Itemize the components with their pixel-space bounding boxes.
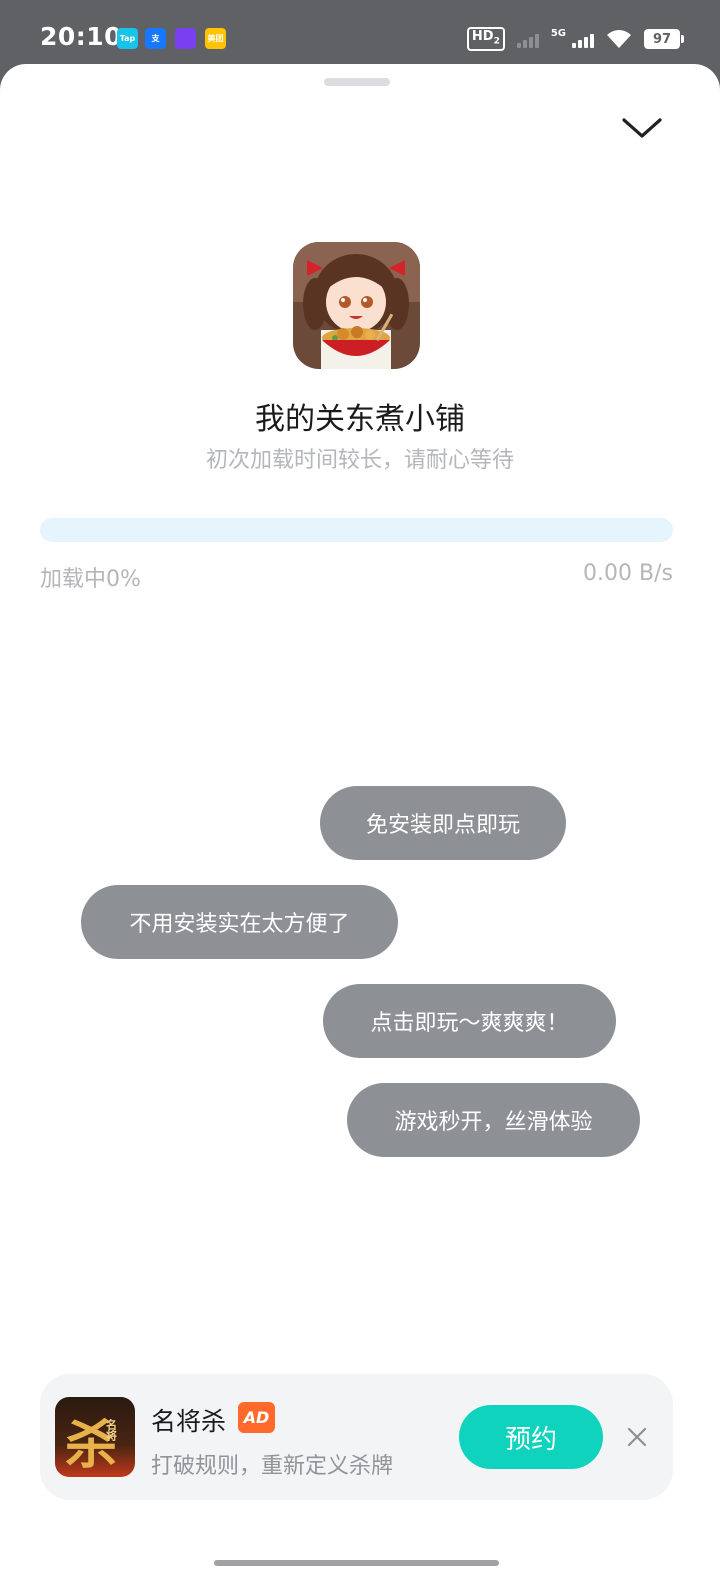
ad-title: 名将杀: [151, 1407, 227, 1436]
status-time: 20:10: [40, 22, 123, 51]
signal-sim2-icon: [572, 30, 594, 48]
battery-level: 97: [652, 31, 672, 47]
game-app-notification-icon: [175, 28, 196, 49]
meituan-notification-icon: 美团: [205, 28, 226, 49]
loading-progress-bar: [40, 518, 673, 542]
home-indicator[interactable]: [214, 1560, 499, 1566]
comment-bubble: 点击即玩～爽爽爽！: [323, 984, 616, 1058]
collapse-button[interactable]: [616, 108, 668, 148]
chevron-down-icon: [622, 118, 662, 138]
alipay-notification-icon: 支: [145, 28, 166, 49]
download-speed: 0.00 B/s: [583, 561, 673, 586]
app-title: 我的关东煮小铺: [255, 402, 465, 437]
app-icon: [293, 242, 420, 369]
wifi-icon: [607, 30, 631, 48]
battery-icon: 97: [644, 29, 684, 49]
progress-label: 加载中0%: [40, 567, 141, 592]
close-icon: [627, 1427, 647, 1447]
taptap-notification-icon: Tap: [117, 28, 138, 49]
ad-description: 打破规则，重新定义杀牌: [151, 1454, 394, 1479]
ad-icon-small-text: 名将: [105, 1418, 118, 1442]
comment-bubble: 不用安装实在太方便了: [81, 885, 398, 959]
comment-bubble: 免安装即点即玩: [320, 786, 566, 860]
reserve-button[interactable]: 预约: [459, 1405, 603, 1469]
comment-bubble: 游戏秒开，丝滑体验: [347, 1083, 640, 1157]
loading-hint: 初次加载时间较长，请耐心等待: [205, 448, 514, 473]
signal-sim1-icon: [516, 30, 539, 48]
ad-game-icon: 杀 名将: [55, 1397, 135, 1477]
status-indicators: HD2 5G 97: [466, 26, 684, 52]
hd-voice-icon: HD2: [466, 26, 505, 52]
ad-close-button[interactable]: [623, 1423, 651, 1451]
network-type-label: 5G: [550, 27, 566, 39]
ad-banner[interactable]: 杀 名将 名将杀 AD 打破规则，重新定义杀牌 预约: [40, 1374, 673, 1500]
drag-handle[interactable]: [324, 78, 390, 86]
ad-badge: AD: [238, 1402, 275, 1433]
loading-sheet: 我的关东煮小铺 初次加载时间较长，请耐心等待 加载中0% 0.00 B/s 免安…: [0, 64, 720, 1584]
